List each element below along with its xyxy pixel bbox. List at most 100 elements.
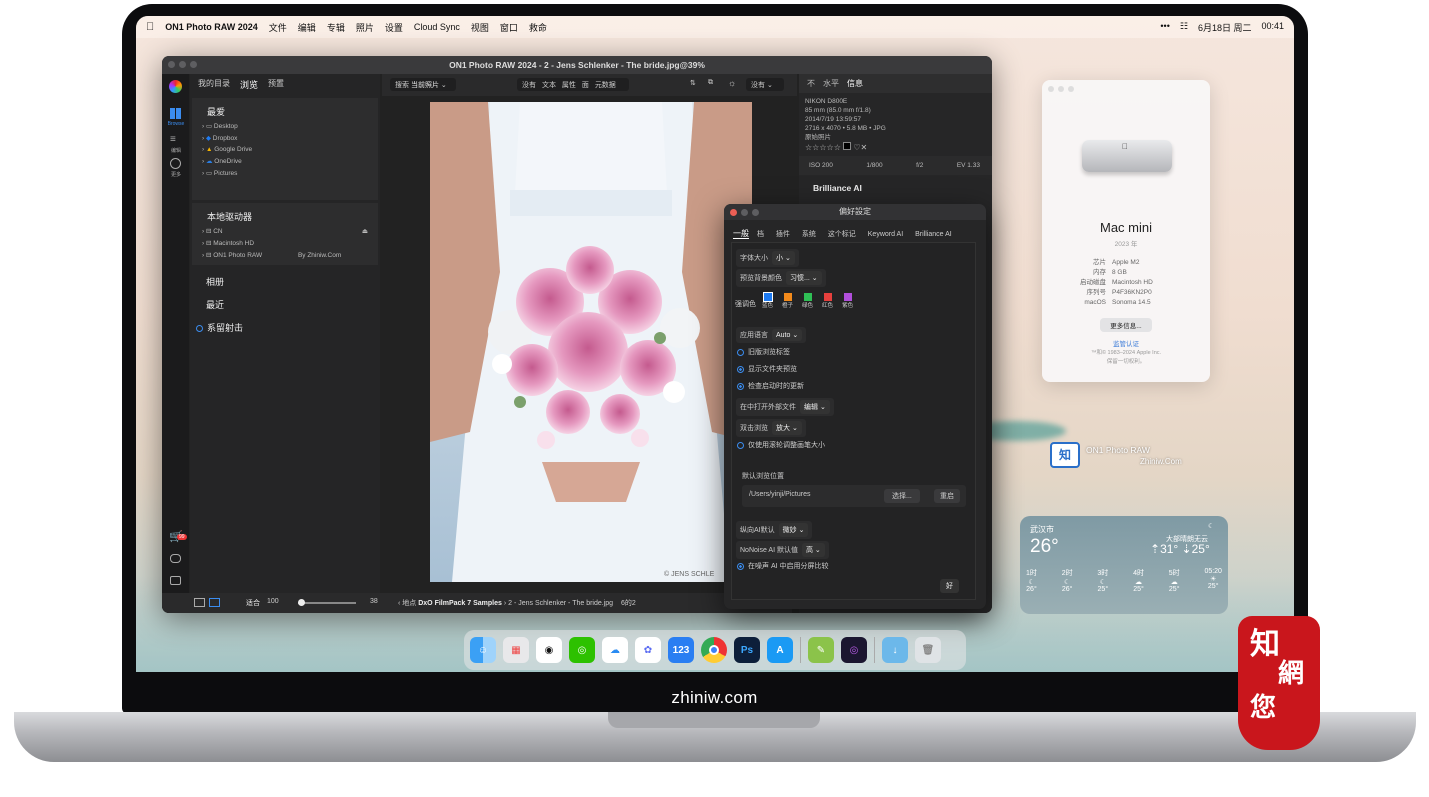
fav-onedrive[interactable]: › ☁ OneDrive bbox=[202, 157, 368, 165]
prefs-tab-brilliance-ai[interactable]: Brilliance AI bbox=[915, 231, 952, 238]
apple-icon[interactable]:  bbox=[146, 21, 154, 33]
sync-icon[interactable] bbox=[170, 554, 181, 563]
drives-header[interactable]: 本地驱动器 bbox=[207, 210, 362, 223]
accent-purple[interactable]: 紫色 bbox=[842, 293, 853, 309]
scroll-brush-option[interactable]: 仅使用滚轮调整画笔大小 bbox=[737, 440, 825, 450]
eject-icon[interactable]: ⏏ bbox=[362, 227, 368, 235]
drive-macintosh-hd[interactable]: › ⊟ Macintosh HD bbox=[202, 239, 368, 247]
grid-view-icon[interactable] bbox=[194, 598, 205, 607]
desktop-on1-icon[interactable]: 知 bbox=[1050, 442, 1080, 468]
menu-app-name[interactable]: ON1 Photo RAW 2024 bbox=[165, 22, 258, 32]
photoshop-icon[interactable]: Ps bbox=[734, 637, 760, 663]
prefs-close-button[interactable] bbox=[730, 209, 737, 216]
filter-meta[interactable]: 元数据 bbox=[595, 82, 616, 89]
prefs-zoom-button[interactable] bbox=[752, 209, 759, 216]
accent-red[interactable]: 红色 bbox=[822, 293, 833, 309]
zoom-value[interactable]: 100 bbox=[267, 598, 279, 605]
breadcrumb[interactable]: ‹ 地点 DxO FilmPack 7 Samples › 2 - Jens S… bbox=[398, 598, 636, 608]
fav-dropbox[interactable]: › ◆ Dropbox bbox=[202, 134, 368, 142]
notes-icon[interactable]: ✎ bbox=[808, 637, 834, 663]
compare-icon[interactable]: ⧉ bbox=[708, 79, 713, 87]
launchpad-icon[interactable]: ▦ bbox=[503, 637, 529, 663]
filter-text[interactable]: 文本 bbox=[542, 82, 556, 89]
brilliance-header[interactable]: Brilliance AI bbox=[799, 175, 992, 201]
on1-app-icon[interactable]: ◎ bbox=[841, 637, 867, 663]
menu-edit[interactable]: 编辑 bbox=[298, 21, 316, 34]
font-size-dropdown[interactable]: 小 ⌄ bbox=[772, 251, 795, 265]
minimize-button[interactable] bbox=[179, 61, 186, 68]
zoom-button[interactable] bbox=[190, 61, 197, 68]
close-button[interactable] bbox=[168, 61, 175, 68]
prefs-tab-system[interactable]: 系统 bbox=[802, 231, 816, 238]
qq-icon[interactable]: ◉ bbox=[536, 637, 562, 663]
albums-header[interactable]: 相册 bbox=[206, 275, 364, 288]
tab-level[interactable]: 水平 bbox=[823, 78, 839, 89]
slider-knob[interactable] bbox=[298, 599, 305, 606]
123-pan-icon[interactable]: 123 bbox=[668, 637, 694, 663]
more-icon[interactable] bbox=[170, 158, 181, 169]
menu-window[interactable]: 窗口 bbox=[500, 21, 518, 34]
filter-face[interactable]: 面 bbox=[582, 82, 589, 89]
accent-green[interactable]: 绿色 bbox=[802, 293, 813, 309]
search-box[interactable]: 搜索 当前照片 ⌄ bbox=[390, 78, 456, 91]
tab-browse[interactable]: 浏览 bbox=[240, 78, 258, 91]
drive-cn[interactable]: › ⊟ CN ⏏ bbox=[202, 227, 368, 235]
double-click-dropdown[interactable]: 放大 ⌄ bbox=[772, 421, 802, 435]
fav-google-drive[interactable]: › ▲ Google Drive bbox=[202, 146, 368, 153]
more-status-icon[interactable]: ••• bbox=[1160, 21, 1169, 34]
menu-time[interactable]: 00:41 bbox=[1261, 21, 1284, 34]
nonoise-dropdown[interactable]: 高 ⌄ bbox=[801, 543, 825, 557]
tab-info[interactable]: 信息 bbox=[847, 78, 863, 89]
favorites-header[interactable]: 最爱 bbox=[207, 105, 362, 118]
finder-icon[interactable]: ☺ bbox=[470, 637, 496, 663]
menu-date[interactable]: 6月18日 周二 bbox=[1198, 21, 1252, 34]
about-zoom-button[interactable] bbox=[1068, 86, 1074, 92]
export-icon[interactable] bbox=[170, 576, 181, 585]
rating-stars[interactable]: ☆☆☆☆☆ ♡✕ bbox=[805, 142, 986, 152]
menu-view[interactable]: 视图 bbox=[471, 21, 489, 34]
prefs-tab-tagging[interactable]: 这个标记 bbox=[828, 231, 856, 238]
ok-button[interactable]: 好 bbox=[940, 579, 959, 593]
wechat-icon[interactable]: ◎ bbox=[569, 637, 595, 663]
check-updates-option[interactable]: 检查启动时的更新 bbox=[737, 381, 804, 391]
more-info-button[interactable]: 更多信息... bbox=[1100, 318, 1152, 332]
thumb-size-slider[interactable] bbox=[298, 602, 356, 604]
portrait-ai-dropdown[interactable]: 微妙 ⌄ bbox=[778, 523, 809, 537]
fav-desktop[interactable]: › ▭ Desktop bbox=[202, 122, 368, 130]
fav-pictures[interactable]: › ▭ Pictures bbox=[202, 169, 368, 177]
light-icon[interactable]: ☼ bbox=[728, 78, 736, 88]
compare-dropdown[interactable]: 没有 ⌄ bbox=[746, 78, 784, 91]
split-compare-option[interactable]: 在噪声 AI 中启用分屏比较 bbox=[737, 561, 829, 571]
desktop-on1-label[interactable]: ON1 Photo RAW bbox=[1086, 445, 1150, 455]
tab-catalog[interactable]: 我的目录 bbox=[198, 78, 230, 91]
main-photo[interactable] bbox=[430, 102, 752, 582]
aliyun-drive-icon[interactable]: ✿ bbox=[635, 637, 661, 663]
chrome-icon[interactable] bbox=[701, 637, 727, 663]
trash-icon[interactable]: 🗑 bbox=[915, 637, 941, 663]
browse-icon[interactable] bbox=[170, 108, 181, 119]
folder-preview-option[interactable]: 显示文件夹预览 bbox=[737, 364, 797, 374]
menu-help[interactable]: 救命 bbox=[529, 21, 547, 34]
menu-settings[interactable]: 设置 bbox=[385, 21, 403, 34]
drive-on1[interactable]: › ⊟ ON1 Photo RAW By Zhiniw.Com bbox=[202, 251, 368, 259]
prefs-tab-general[interactable]: 一般 bbox=[733, 229, 749, 239]
prefs-tab-keyword-ai[interactable]: Keyword AI bbox=[868, 231, 903, 238]
choose-button[interactable]: 选择... bbox=[884, 489, 920, 503]
tethered-header[interactable]: 系留射击 bbox=[196, 321, 374, 334]
color-label[interactable] bbox=[843, 142, 852, 150]
reset-button[interactable]: 重启 bbox=[934, 489, 960, 503]
about-min-button[interactable] bbox=[1058, 86, 1064, 92]
accent-blue[interactable]: 蓝色 bbox=[762, 292, 773, 309]
heart-icon[interactable]: ♡ bbox=[853, 143, 860, 152]
prefs-min-button[interactable] bbox=[741, 209, 748, 216]
recent-header[interactable]: 最近 bbox=[206, 298, 364, 311]
weather-widget[interactable]: 武汉市 26° ☾ 大部晴朗无云 ⇡31° ⇣25° 1时 ☾ 26° 2时 ☾ 26°… bbox=[1020, 516, 1228, 614]
open-external-dropdown[interactable]: 编辑 ⌄ bbox=[800, 400, 830, 414]
menu-file[interactable]: 文件 bbox=[269, 21, 287, 34]
control-center-icon[interactable]: ☷ bbox=[1180, 21, 1188, 34]
prefs-tab-files[interactable]: 档 bbox=[757, 231, 764, 238]
tab-not[interactable]: 不 bbox=[807, 78, 815, 89]
edit-icon[interactable]: ≡ bbox=[170, 134, 176, 145]
detail-view-icon[interactable] bbox=[209, 598, 220, 607]
language-dropdown[interactable]: Auto ⌄ bbox=[772, 329, 803, 341]
